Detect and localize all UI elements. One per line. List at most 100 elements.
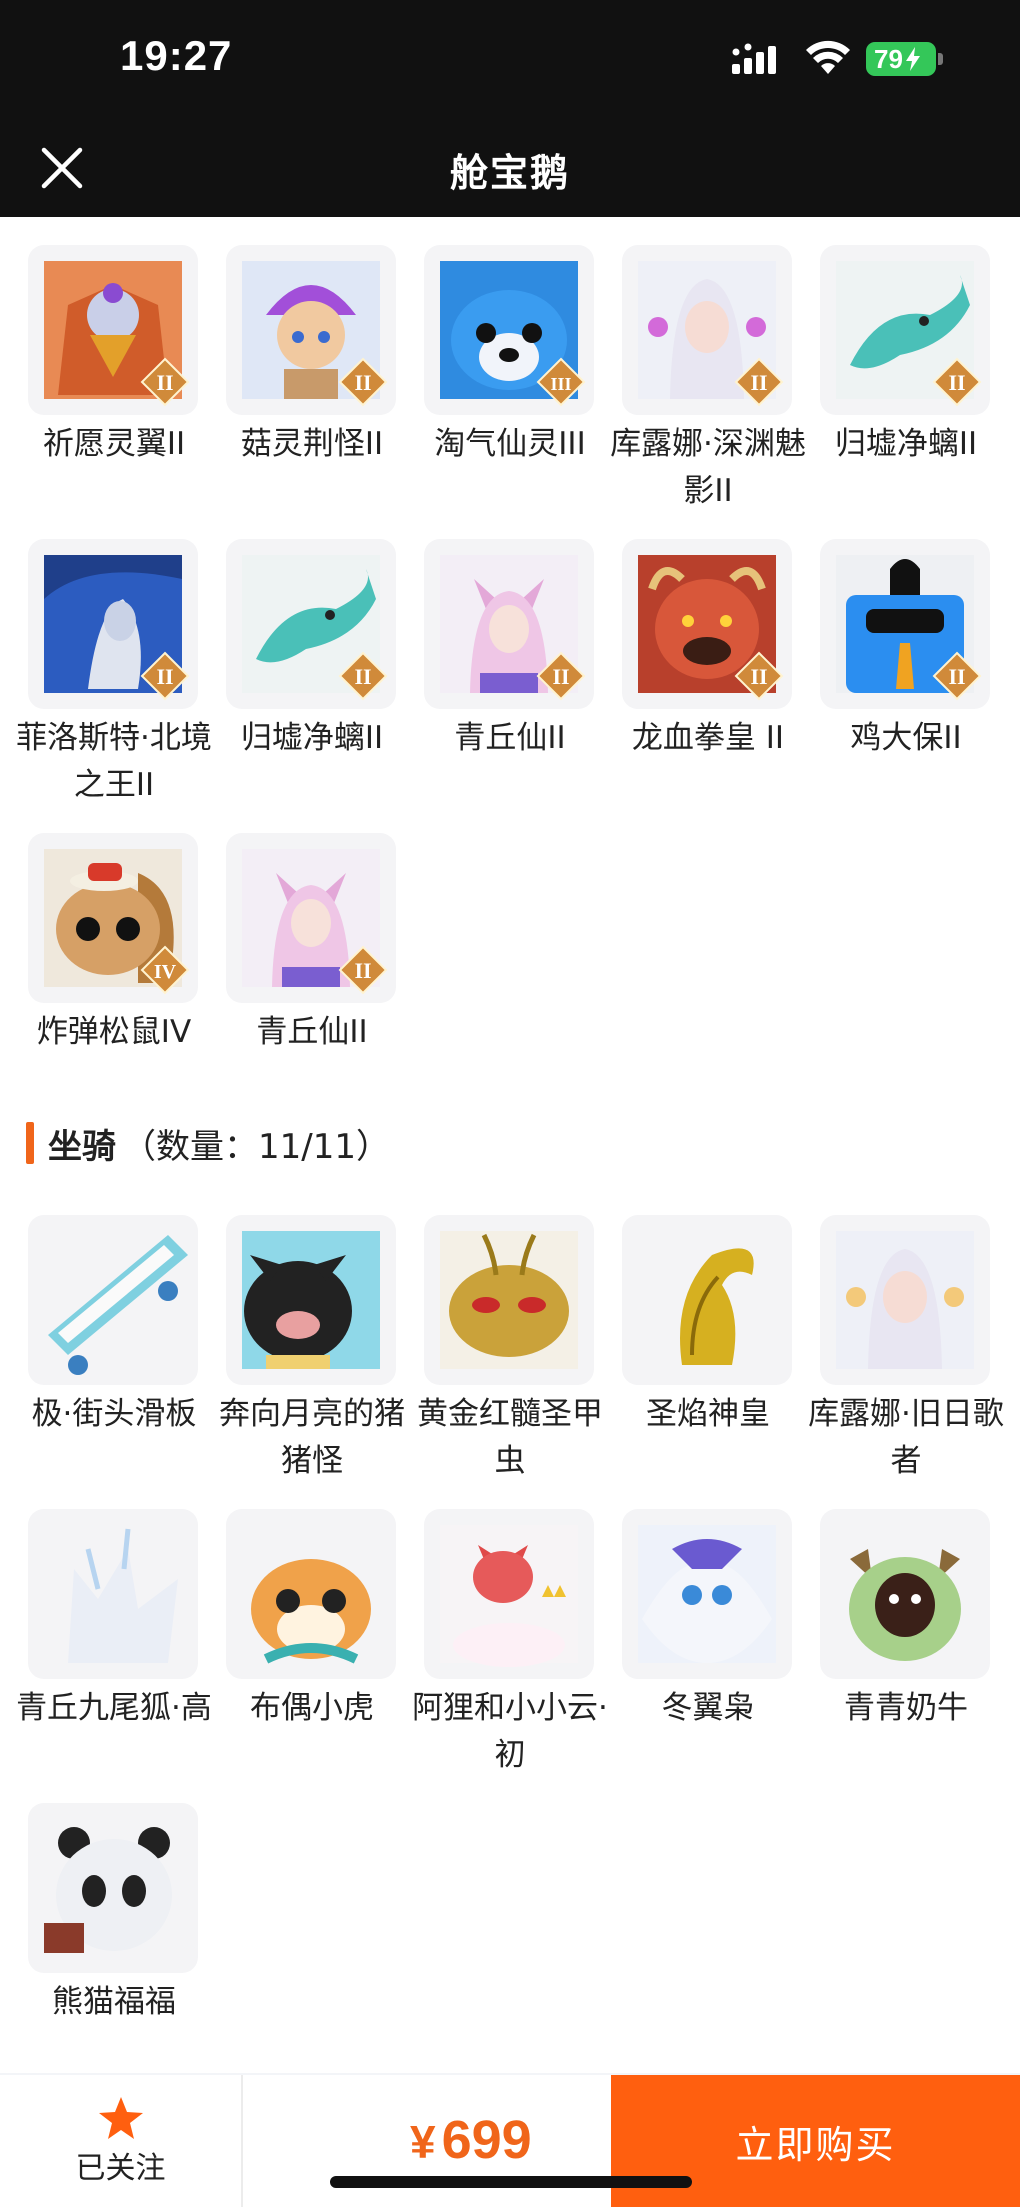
pet-thumbnail: II: [622, 245, 792, 415]
skateboard-image: [44, 1231, 188, 1375]
home-indicator: [330, 2176, 692, 2188]
nine-tail-fox-image: [44, 1525, 182, 1663]
mount-thumbnail: [28, 1803, 198, 1973]
rank-label: II: [750, 370, 767, 395]
section-header-mounts: 坐骑 （数量：11/11）: [26, 1120, 390, 1167]
status-bar: 19:27 79: [0, 0, 1020, 120]
pet-thumbnail: II: [820, 245, 990, 415]
rank-badge-icon: II: [734, 651, 784, 701]
pet-thumbnail: II: [622, 539, 792, 709]
rank-badge-icon: II: [536, 651, 586, 701]
mount-name: 青青奶牛: [844, 1690, 968, 1726]
rank-badge-icon: II: [338, 357, 388, 407]
pet-grid: II 祈愿灵翼II II 菇灵荆怪II III 淘气仙灵III II 库露娜·深…: [0, 245, 1020, 1075]
status-time: 19:27: [120, 32, 233, 79]
flame-phoenix-image: [638, 1231, 776, 1369]
ali-and-cloud-image: [440, 1525, 578, 1667]
rank-label: III: [550, 374, 571, 394]
rank-badge-icon: II: [338, 945, 388, 995]
mount-thumbnail: [226, 1509, 396, 1679]
mount-thumbnail: [622, 1509, 792, 1679]
pet-name: 归墟净螭II: [240, 720, 384, 756]
mount-name: 库露娜·旧日歌者: [808, 1396, 1004, 1479]
mount-grid: 极·街头滑板 奔向月亮的猪猪怪 黄金红髓圣甲虫 圣焰神皇 库露娜·旧日歌者 青丘…: [0, 1215, 1020, 2045]
rank-badge-icon: II: [734, 357, 784, 407]
mount-thumbnail: [820, 1509, 990, 1679]
pet-name: 归墟净螭II: [834, 426, 978, 462]
pet-thumbnail: III: [424, 245, 594, 415]
rank-badge-icon: II: [932, 357, 982, 407]
mount-name: 极·街头滑板: [31, 1396, 197, 1432]
pet-name: 青丘仙II: [256, 1014, 368, 1050]
pet-name: 菇灵荆怪II: [240, 426, 384, 462]
mount-name: 冬翼枭: [661, 1690, 755, 1726]
pig-monster-image: [242, 1231, 380, 1369]
wifi-icon: [806, 40, 850, 74]
golden-scarab-image: [440, 1231, 578, 1369]
section-count: （数量：11/11）: [122, 1126, 390, 1167]
pet-name: 库露娜·深渊魅影II: [610, 426, 806, 509]
rank-label: II: [948, 370, 965, 395]
pet-thumbnail: II: [28, 245, 198, 415]
panda-image: [44, 1819, 182, 1957]
pet-name: 祈愿灵翼II: [42, 426, 186, 462]
rank-label: II: [156, 370, 173, 395]
rank-badge-icon: IV: [140, 945, 190, 995]
page-title: 舱宝鹅: [449, 151, 570, 195]
follow-label: 已关注: [75, 2151, 166, 2186]
rank-badge-icon: II: [338, 651, 388, 701]
mount-thumbnail: [424, 1509, 594, 1679]
pet-name: 鸡大保II: [850, 720, 962, 756]
rank-badge-icon: II: [140, 357, 190, 407]
mount-name: 黄金红髓圣甲虫: [417, 1396, 603, 1479]
pet-name: 菲洛斯特·北境之王II: [16, 720, 212, 803]
mount-name: 奔向月亮的猪猪怪: [219, 1396, 405, 1479]
mount-name: 圣焰神皇: [646, 1396, 770, 1432]
mount-thumbnail: [622, 1215, 792, 1385]
kuluna-singer-image: [836, 1231, 974, 1369]
battery-indicator: 79: [866, 42, 936, 76]
green-cow-image: [836, 1525, 974, 1663]
mount-thumbnail: [28, 1509, 198, 1679]
pet-thumbnail: II: [226, 833, 396, 1003]
pet-name: 淘气仙灵III: [434, 426, 586, 462]
battery-level: 79: [874, 43, 903, 74]
battery-tip: [938, 53, 943, 65]
mount-name: 青丘九尾狐·高: [16, 1690, 212, 1726]
nav-bar: 舱宝鹅: [0, 120, 1020, 217]
rank-badge-icon: III: [536, 357, 586, 407]
cloth-tiger-image: [242, 1525, 380, 1664]
rank-label: II: [552, 664, 569, 689]
rank-label: II: [354, 370, 371, 395]
mount-name: 阿狸和小小云·初: [412, 1690, 608, 1773]
mount-thumbnail: [226, 1215, 396, 1385]
rank-badge-icon: II: [932, 651, 982, 701]
winter-owl-image: [638, 1525, 776, 1663]
pet-thumbnail: II: [424, 539, 594, 709]
mount-thumbnail: [424, 1215, 594, 1385]
rank-label: II: [156, 664, 173, 689]
price: ¥699: [410, 2109, 532, 2171]
rank-label: II: [354, 664, 371, 689]
pet-name: 青丘仙II: [454, 720, 566, 756]
price-currency: ¥: [410, 2116, 436, 2168]
section-accent-bar: [26, 1122, 34, 1164]
rank-label: II: [354, 958, 371, 983]
rank-label: II: [948, 664, 965, 689]
charging-icon: [905, 47, 920, 71]
mount-thumbnail: [28, 1215, 198, 1385]
price-value: 699: [441, 2110, 532, 2170]
section-title: 坐骑: [48, 1126, 116, 1167]
pet-thumbnail: II: [226, 539, 396, 709]
rank-label: II: [750, 664, 767, 689]
follow-button[interactable]: 已关注: [0, 2075, 243, 2207]
pet-thumbnail: IV: [28, 833, 198, 1003]
pet-name: 龙血拳皇 II: [631, 720, 785, 756]
rank-badge-icon: II: [140, 651, 190, 701]
pet-thumbnail: II: [28, 539, 198, 709]
pet-thumbnail: II: [820, 539, 990, 709]
mount-thumbnail: [820, 1215, 990, 1385]
signal-icon: [732, 43, 776, 74]
pet-thumbnail: II: [226, 245, 396, 415]
rank-label: IV: [154, 961, 177, 983]
